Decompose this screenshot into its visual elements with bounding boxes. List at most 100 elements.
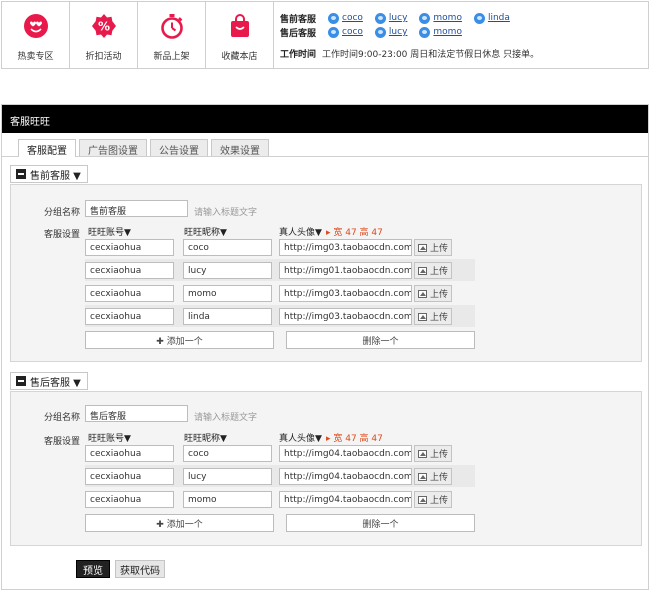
tab-bar: 客服配置 广告图设置 公告设置 效果设置: [2, 133, 648, 157]
image-icon: [418, 449, 427, 458]
wangwang-icon: [374, 12, 386, 24]
add-row-button[interactable]: ✚ 添加一个: [85, 331, 274, 349]
account-input[interactable]: cecxiaohua: [85, 308, 174, 325]
upload-button[interactable]: 上传: [414, 445, 453, 462]
group-name-input[interactable]: 售后客服: [85, 405, 188, 422]
account-input[interactable]: cecxiaohua: [85, 445, 174, 462]
aftersale-group-body: 分组名称 售后客服 请输入标题文字 客服设置 旺旺账号▼ 旺旺昵称▼ 真人头像▼…: [10, 391, 642, 546]
discount-percent-icon: %: [91, 13, 117, 39]
account-input[interactable]: cecxiaohua: [85, 468, 174, 485]
collapse-icon: [16, 169, 26, 179]
upload-button[interactable]: 上传: [414, 468, 453, 485]
upload-button[interactable]: 上传: [414, 239, 453, 256]
account-input[interactable]: cecxiaohua: [85, 285, 174, 302]
service-settings-label: 客服设置: [44, 230, 81, 240]
contact-link[interactable]: lucy: [389, 13, 407, 23]
upload-button[interactable]: 上传: [414, 491, 453, 508]
tab-effect-settings[interactable]: 效果设置: [211, 139, 269, 157]
avatar-url-input[interactable]: http://img01.taobaocdn.com/img: [279, 262, 412, 279]
wangwang-contact[interactable]: momo: [419, 12, 462, 24]
upload-label: 上传: [430, 450, 449, 460]
aftersale-row: 售后客服 coco lucy momo: [280, 25, 648, 39]
nav-label: 热卖专区: [17, 52, 54, 62]
hours-text: 工作时间9:00-23:00 周日和法定节假日休息 只接单。: [322, 50, 540, 60]
nickname-input[interactable]: coco: [183, 445, 272, 462]
shop-header-strip: 热卖专区 % 折扣活动 新品上架 收藏本店 售前客服 coco lucy mom…: [1, 1, 649, 69]
title-hint: 请输入标题文字: [194, 208, 258, 218]
heart-smile-icon: [23, 13, 49, 39]
nickname-input[interactable]: momo: [183, 491, 272, 508]
avatar-url-input[interactable]: http://img03.taobaocdn.com/img: [279, 239, 412, 256]
nickname-input[interactable]: momo: [183, 285, 272, 302]
wangwang-icon: [473, 12, 485, 24]
account-input[interactable]: cecxiaohua: [85, 239, 174, 256]
contact-link[interactable]: momo: [433, 27, 462, 37]
stopwatch-icon: [159, 13, 185, 39]
nav-hot-zone[interactable]: 热卖专区: [2, 2, 70, 68]
upload-label: 上传: [430, 290, 449, 300]
upload-button[interactable]: 上传: [414, 262, 453, 279]
tab-service-config[interactable]: 客服配置: [18, 139, 76, 157]
wangwang-contact[interactable]: coco: [328, 26, 363, 38]
contact-link[interactable]: lucy: [389, 27, 407, 37]
aftersale-group-toggle[interactable]: 售后客服 ▼: [10, 372, 88, 390]
tab-banner-settings[interactable]: 广告图设置: [79, 139, 147, 157]
service-settings-label: 客服设置: [44, 437, 81, 447]
wangwang-contact[interactable]: linda: [473, 12, 510, 24]
contact-link[interactable]: coco: [342, 27, 363, 37]
contact-link[interactable]: coco: [342, 13, 363, 23]
work-hours: 工作时间 工作时间9:00-23:00 周日和法定节假日休息 只接单。: [280, 47, 648, 60]
aftersale-title: 售后客服: [280, 28, 317, 39]
title-hint: 请输入标题文字: [194, 413, 258, 423]
group-name-label: 分组名称: [44, 413, 81, 423]
customer-service-info: 售前客服 coco lucy momo linda 售后客服 coco lucy…: [274, 2, 648, 68]
avatar-url-input[interactable]: http://img03.taobaocdn.com/img: [279, 285, 412, 302]
wangwang-contact[interactable]: lucy: [374, 12, 407, 24]
delete-row-button[interactable]: 删除一个: [286, 331, 475, 349]
avatar-url-input[interactable]: http://img04.taobaocdn.com/img: [279, 445, 412, 462]
nav-favorite-shop[interactable]: 收藏本店: [206, 2, 274, 68]
preview-button[interactable]: 预览: [76, 560, 110, 578]
upload-button[interactable]: 上传: [414, 285, 453, 302]
get-code-button[interactable]: 获取代码: [115, 560, 165, 578]
nav-new-arrivals[interactable]: 新品上架: [138, 2, 206, 68]
image-icon: [418, 472, 427, 481]
avatar-url-input[interactable]: http://img03.taobaocdn.com/img: [279, 308, 412, 325]
upload-button[interactable]: 上传: [414, 308, 453, 325]
delete-row-button[interactable]: 删除一个: [286, 514, 475, 532]
group-name-label: 分组名称: [44, 208, 81, 218]
wangwang-contact[interactable]: momo: [419, 26, 462, 38]
nickname-input[interactable]: coco: [183, 239, 272, 256]
panel-title: 客服旺旺: [2, 105, 648, 133]
image-icon: [418, 243, 427, 252]
avatar-url-input[interactable]: http://img04.taobaocdn.com/img: [279, 468, 412, 485]
nickname-input[interactable]: lucy: [183, 468, 272, 485]
shopping-bag-icon: [227, 13, 253, 39]
image-icon: [418, 495, 427, 504]
presale-title: 售前客服: [280, 14, 317, 25]
wangwang-contact[interactable]: coco: [328, 12, 363, 24]
wangwang-icon: [419, 12, 431, 24]
presale-row: 售前客服 coco lucy momo linda: [280, 11, 648, 25]
wangwang-contact[interactable]: lucy: [374, 26, 407, 38]
contact-link[interactable]: momo: [433, 13, 462, 23]
wangwang-icon: [419, 26, 431, 38]
contact-link[interactable]: linda: [488, 13, 510, 23]
nav-label: 折扣活动: [85, 52, 122, 62]
nav-discount[interactable]: % 折扣活动: [70, 2, 138, 68]
group-name-input[interactable]: 售前客服: [85, 200, 188, 217]
nickname-input[interactable]: linda: [183, 308, 272, 325]
image-icon: [418, 289, 427, 298]
tab-notice-settings[interactable]: 公告设置: [150, 139, 208, 157]
account-input[interactable]: cecxiaohua: [85, 262, 174, 279]
collapse-icon: [16, 376, 26, 386]
presale-group-toggle[interactable]: 售前客服 ▼: [10, 165, 88, 183]
config-panel: 客服旺旺 客服配置 广告图设置 公告设置 效果设置 售前客服 ▼ 分组名称 售前…: [1, 104, 649, 590]
avatar-url-input[interactable]: http://img04.taobaocdn.com/img: [279, 491, 412, 508]
upload-label: 上传: [430, 244, 449, 254]
nav-label: 收藏本店: [221, 52, 258, 62]
nickname-input[interactable]: lucy: [183, 262, 272, 279]
add-row-button[interactable]: ✚ 添加一个: [85, 514, 274, 532]
account-input[interactable]: cecxiaohua: [85, 491, 174, 508]
group-header-label: 售前客服 ▼: [30, 170, 81, 182]
